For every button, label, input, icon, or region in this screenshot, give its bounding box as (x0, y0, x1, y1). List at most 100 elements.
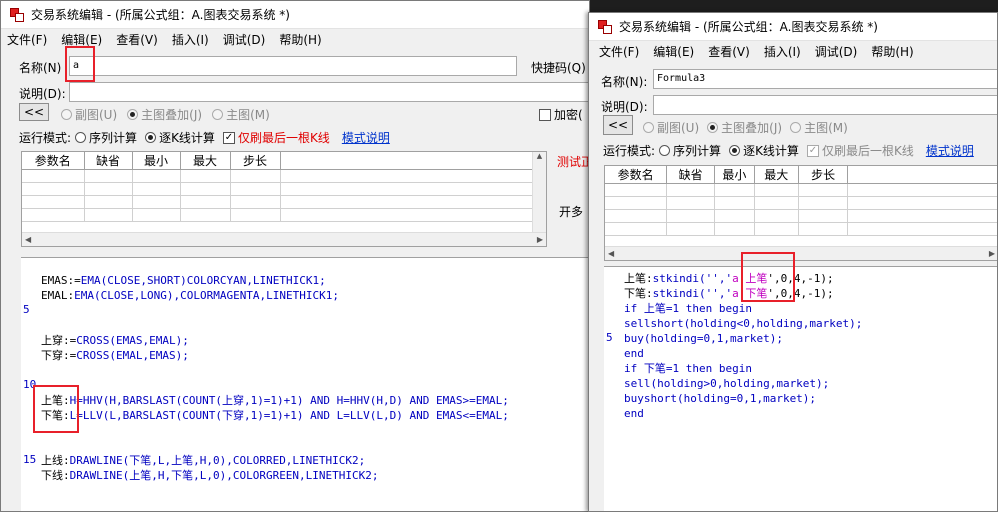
run-mode-label: 运行模式: (603, 144, 656, 158)
param-hscroll[interactable]: ◀ ▶ (22, 232, 546, 246)
radio-series-calc[interactable] (75, 132, 87, 143)
right-editor-window: 交易系统编辑 - (所属公式组：A.图表交易系统 *) 文件(F) 编辑(E) … (588, 12, 998, 512)
radio-bar-calc-label: 逐K线计算 (159, 131, 215, 145)
left-editor-window: 交易系统编辑 - (所属公式组：A.图表交易系统 *) 文件(F) 编辑(E) … (0, 0, 590, 512)
radio-bar-calc[interactable] (145, 132, 157, 143)
menu-edit[interactable]: 编辑(E) (653, 43, 694, 60)
app-icon (9, 7, 25, 23)
highlight-box-signals (33, 385, 79, 433)
code-line: 下笔:L=LLV(L,BARSLAST(COUNT(下穿,1)=1)+1) AN… (41, 409, 509, 422)
radio-main-overlay-label: 主图叠加(J) (721, 121, 783, 135)
app-icon (597, 19, 613, 35)
right-title-bar[interactable]: 交易系统编辑 - (所属公式组：A.图表交易系统 *) (589, 13, 997, 41)
menu-help[interactable]: 帮助(H) (279, 31, 321, 48)
line-number: 5 (606, 331, 613, 344)
code-line: if 上笔=1 then begin (624, 302, 752, 315)
menu-help[interactable]: 帮助(H) (871, 43, 913, 60)
param-col-step: 步长 (798, 166, 849, 184)
right-code-editor[interactable]: 5 上笔:stkindi('','a.上笔',0,4,-1); 下笔:stkin… (604, 266, 997, 511)
chart-type-group: 副图(U) 主图叠加(J) 主图(M) (61, 106, 270, 123)
name-input[interactable]: a (69, 56, 517, 76)
code-line: EMAL:EMA(CLOSE,LONG),COLORMAGENTA,LINETH… (41, 289, 340, 302)
name-label: 名称(N): (601, 75, 648, 89)
param-table[interactable]: 参数名 缺省 最小 最大 步长 ◀ ▶ (604, 165, 997, 261)
left-code-editor[interactable]: 5 10 15 EMAS:=EMA(CLOSE,SHORT)COLORCYAN,… (21, 257, 589, 511)
code-line: 下穿:=CROSS(EMAL,EMAS); (41, 349, 189, 362)
encrypt-checkbox[interactable] (539, 108, 551, 121)
menu-view[interactable]: 查看(V) (708, 43, 750, 60)
radio-main-chart-label: 主图(M) (226, 108, 270, 122)
radio-sub-chart-label: 副图(U) (657, 121, 700, 135)
code-line: 下线:DRAWLINE(上笔,H,下笔,L,0),COLORGREEN,LINE… (41, 469, 379, 482)
run-mode-row: 运行模式: 序列计算 逐K线计算 ✓ 仅刷最后一根K线 模式说明 (19, 129, 390, 146)
menu-debug[interactable]: 调试(D) (223, 31, 266, 48)
encrypt-label: 加密( (554, 108, 583, 122)
code-line: sell(holding>0,holding,market); (624, 377, 830, 390)
last-bar-checkbox[interactable]: ✓ (806, 144, 819, 157)
code-line: EMAS:=EMA(CLOSE,SHORT)COLORCYAN,LINETHIC… (41, 274, 326, 287)
line-number: 15 (23, 453, 37, 466)
radio-main-chart[interactable] (212, 109, 224, 120)
menu-debug[interactable]: 调试(D) (815, 43, 858, 60)
radio-bar-calc-label: 逐K线计算 (743, 144, 799, 158)
last-bar-label: 仅刷最后一根K线 (237, 131, 330, 145)
desc-input[interactable] (653, 95, 997, 115)
code-line: end (624, 407, 644, 420)
code-line: 上笔:stkindi('','a.上笔',0,4,-1); (624, 272, 834, 285)
desc-label: 说明(D): (19, 87, 66, 101)
radio-bar-calc[interactable] (729, 145, 741, 156)
run-mode-row: 运行模式: 序列计算 逐K线计算 ✓ 仅刷最后一根K线 模式说明 (603, 142, 974, 159)
radio-sub-chart[interactable] (643, 122, 654, 133)
code-line: buyshort(holding=0,1,market); (624, 392, 817, 405)
radio-series-calc[interactable] (659, 145, 671, 156)
param-table[interactable]: 参数名 缺省 最小 最大 步长 ▲ ◀ ▶ (21, 151, 547, 247)
param-col-default: 缺省 (84, 152, 133, 170)
param-col-max: 最大 (180, 152, 231, 170)
code-line: buy(holding=0,1,market); (624, 332, 783, 345)
code-line: if 下笔=1 then begin (624, 362, 752, 375)
menu-file[interactable]: 文件(F) (7, 31, 47, 48)
code-line: end (624, 347, 644, 360)
param-col-step: 步长 (230, 152, 281, 170)
param-col-min: 最小 (714, 166, 755, 184)
line-number: 5 (23, 303, 30, 316)
menu-file[interactable]: 文件(F) (599, 43, 639, 60)
name-label: 名称(N) (19, 61, 62, 75)
test-label: 测试正 (557, 155, 590, 169)
run-mode-label: 运行模式: (19, 131, 72, 145)
menu-edit[interactable]: 编辑(E) (61, 31, 102, 48)
collapse-button[interactable]: << (19, 103, 49, 121)
mode-help-link[interactable]: 模式说明 (342, 129, 390, 146)
code-line: 上笔:H=HHV(H,BARSLAST(COUNT(上穿,1)=1)+1) AN… (41, 394, 509, 407)
mode-help-link[interactable]: 模式说明 (926, 142, 974, 159)
code-line: 上穿:=CROSS(EMAS,EMAL); (41, 334, 189, 347)
radio-main-overlay[interactable] (127, 109, 139, 120)
radio-main-chart-label: 主图(M) (804, 121, 848, 135)
desc-input[interactable] (69, 82, 589, 102)
highlight-box-refs (741, 252, 795, 302)
last-bar-checkbox[interactable]: ✓ (222, 131, 235, 144)
param-col-default: 缺省 (666, 166, 715, 184)
collapse-button[interactable]: << (603, 115, 633, 135)
menu-insert[interactable]: 插入(I) (172, 31, 209, 48)
param-col-min: 最小 (132, 152, 181, 170)
encrypt-option: 加密( (539, 106, 583, 123)
last-bar-label: 仅刷最后一根K线 (821, 144, 914, 158)
code-line: sellshort(holding<0,holding,market); (624, 317, 863, 330)
open-long-label: 开多 (559, 205, 584, 219)
chart-type-group: 副图(U) 主图叠加(J) 主图(M) (643, 119, 848, 136)
menu-insert[interactable]: 插入(I) (764, 43, 801, 60)
name-input[interactable]: Formula3 (653, 69, 997, 89)
code-line: 上线:DRAWLINE(下笔,L,上笔,H,0),COLORRED,LINETH… (41, 454, 366, 467)
shortcut-label: 快捷码(Q) (531, 61, 586, 75)
param-col-max: 最大 (754, 166, 799, 184)
radio-main-chart[interactable] (790, 122, 802, 133)
param-col-name: 参数名 (22, 152, 85, 170)
menu-view[interactable]: 查看(V) (116, 31, 158, 48)
param-vscroll[interactable]: ▲ (532, 152, 546, 232)
window-title: 交易系统编辑 - (所属公式组：A.图表交易系统 *) (619, 20, 878, 34)
radio-sub-chart[interactable] (61, 109, 72, 120)
radio-main-overlay[interactable] (707, 122, 719, 133)
param-hscroll[interactable]: ◀ ▶ (605, 246, 997, 260)
left-title-bar[interactable]: 交易系统编辑 - (所属公式组：A.图表交易系统 *) (1, 1, 589, 29)
